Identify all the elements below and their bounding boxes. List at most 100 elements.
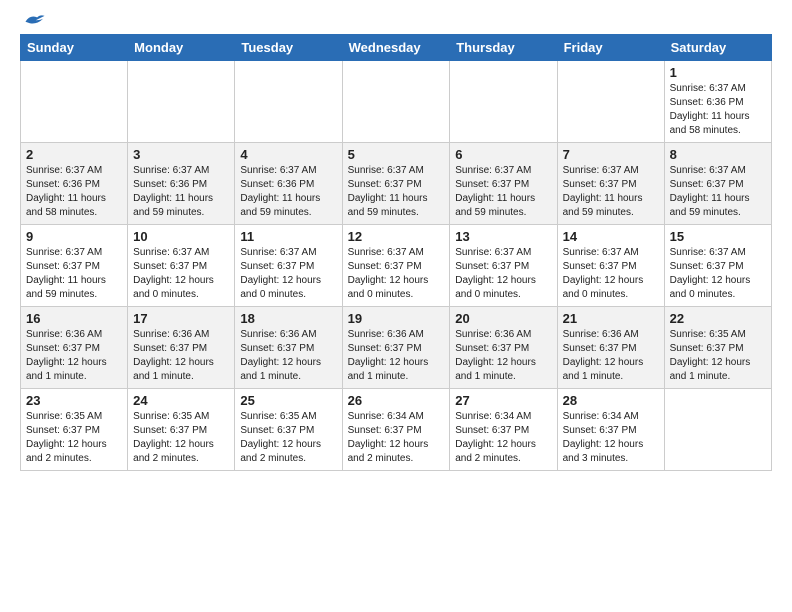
logo-bird-icon: [24, 12, 46, 30]
calendar-cell: 15 Sunrise: 6:37 AM Sunset: 6:37 PM Dayli…: [664, 225, 771, 307]
calendar-cell: 22 Sunrise: 6:35 AM Sunset: 6:37 PM Dayli…: [664, 307, 771, 389]
day-number: 21: [563, 311, 659, 326]
day-number: 3: [133, 147, 229, 162]
calendar-cell: 12 Sunrise: 6:37 AM Sunset: 6:37 PM Dayli…: [342, 225, 450, 307]
day-info: Sunrise: 6:37 AM Sunset: 6:37 PM Dayligh…: [563, 246, 659, 302]
page: SundayMondayTuesdayWednesdayThursdayFrid…: [0, 0, 792, 481]
header: [20, 16, 772, 26]
day-number: 20: [455, 311, 551, 326]
day-info: Sunrise: 6:37 AM Sunset: 6:36 PM Dayligh…: [670, 82, 766, 138]
day-info: Sunrise: 6:37 AM Sunset: 6:37 PM Dayligh…: [563, 164, 659, 220]
logo: [20, 16, 46, 26]
day-info: Sunrise: 6:34 AM Sunset: 6:37 PM Dayligh…: [563, 410, 659, 466]
day-info: Sunrise: 6:37 AM Sunset: 6:36 PM Dayligh…: [26, 164, 122, 220]
calendar-cell: 21 Sunrise: 6:36 AM Sunset: 6:37 PM Dayli…: [557, 307, 664, 389]
calendar-cell: 10 Sunrise: 6:37 AM Sunset: 6:37 PM Dayli…: [128, 225, 235, 307]
day-info: Sunrise: 6:35 AM Sunset: 6:37 PM Dayligh…: [26, 410, 122, 466]
calendar-cell: 20 Sunrise: 6:36 AM Sunset: 6:37 PM Dayli…: [450, 307, 557, 389]
calendar-cell: [664, 389, 771, 471]
calendar-cell: [128, 61, 235, 143]
day-info: Sunrise: 6:36 AM Sunset: 6:37 PM Dayligh…: [563, 328, 659, 384]
calendar-cell: 13 Sunrise: 6:37 AM Sunset: 6:37 PM Dayli…: [450, 225, 557, 307]
calendar-cell: 14 Sunrise: 6:37 AM Sunset: 6:37 PM Dayli…: [557, 225, 664, 307]
day-info: Sunrise: 6:37 AM Sunset: 6:37 PM Dayligh…: [133, 246, 229, 302]
calendar-cell: 26 Sunrise: 6:34 AM Sunset: 6:37 PM Dayli…: [342, 389, 450, 471]
calendar-cell: 2Sunrise: 6:37 AM Sunset: 6:36 PM Daylig…: [21, 143, 128, 225]
day-number: 1: [670, 65, 766, 80]
day-number: 14: [563, 229, 659, 244]
day-info: Sunrise: 6:34 AM Sunset: 6:37 PM Dayligh…: [455, 410, 551, 466]
calendar-header-saturday: Saturday: [664, 35, 771, 61]
day-number: 24: [133, 393, 229, 408]
day-number: 28: [563, 393, 659, 408]
day-info: Sunrise: 6:37 AM Sunset: 6:37 PM Dayligh…: [455, 246, 551, 302]
calendar-week-row: 16 Sunrise: 6:36 AM Sunset: 6:37 PM Dayli…: [21, 307, 772, 389]
calendar-header-sunday: Sunday: [21, 35, 128, 61]
day-info: Sunrise: 6:35 AM Sunset: 6:37 PM Dayligh…: [670, 328, 766, 384]
day-number: 9: [26, 229, 122, 244]
calendar-cell: 1 Sunrise: 6:37 AM Sunset: 6:36 PM Daylig…: [664, 61, 771, 143]
day-number: 22: [670, 311, 766, 326]
day-number: 18: [240, 311, 336, 326]
day-info: Sunrise: 6:36 AM Sunset: 6:37 PM Dayligh…: [133, 328, 229, 384]
calendar-cell: 19Sunrise: 6:36 AM Sunset: 6:37 PM Dayli…: [342, 307, 450, 389]
day-number: 17: [133, 311, 229, 326]
day-info: Sunrise: 6:36 AM Sunset: 6:37 PM Dayligh…: [455, 328, 551, 384]
day-info: Sunrise: 6:37 AM Sunset: 6:37 PM Dayligh…: [348, 164, 445, 220]
day-info: Sunrise: 6:34 AM Sunset: 6:37 PM Dayligh…: [348, 410, 445, 466]
day-info: Sunrise: 6:35 AM Sunset: 6:37 PM Dayligh…: [240, 410, 336, 466]
day-info: Sunrise: 6:37 AM Sunset: 6:36 PM Dayligh…: [133, 164, 229, 220]
day-number: 7: [563, 147, 659, 162]
calendar-cell: 6 Sunrise: 6:37 AM Sunset: 6:37 PM Daylig…: [450, 143, 557, 225]
day-number: 8: [670, 147, 766, 162]
day-info: Sunrise: 6:37 AM Sunset: 6:37 PM Dayligh…: [670, 246, 766, 302]
day-info: Sunrise: 6:36 AM Sunset: 6:37 PM Dayligh…: [348, 328, 445, 384]
calendar-cell: 28 Sunrise: 6:34 AM Sunset: 6:37 PM Dayli…: [557, 389, 664, 471]
calendar-cell: 7 Sunrise: 6:37 AM Sunset: 6:37 PM Daylig…: [557, 143, 664, 225]
calendar-header-row: SundayMondayTuesdayWednesdayThursdayFrid…: [21, 35, 772, 61]
calendar-week-row: 1 Sunrise: 6:37 AM Sunset: 6:36 PM Daylig…: [21, 61, 772, 143]
day-info: Sunrise: 6:35 AM Sunset: 6:37 PM Dayligh…: [133, 410, 229, 466]
day-info: Sunrise: 6:37 AM Sunset: 6:36 PM Dayligh…: [240, 164, 336, 220]
day-info: Sunrise: 6:36 AM Sunset: 6:37 PM Dayligh…: [26, 328, 122, 384]
calendar-cell: 24 Sunrise: 6:35 AM Sunset: 6:37 PM Dayli…: [128, 389, 235, 471]
calendar-cell: [450, 61, 557, 143]
calendar-header-tuesday: Tuesday: [235, 35, 342, 61]
calendar-cell: [342, 61, 450, 143]
day-number: 5: [348, 147, 445, 162]
calendar-week-row: 9 Sunrise: 6:37 AM Sunset: 6:37 PM Daylig…: [21, 225, 772, 307]
calendar-header-wednesday: Wednesday: [342, 35, 450, 61]
day-number: 16: [26, 311, 122, 326]
calendar-header-thursday: Thursday: [450, 35, 557, 61]
calendar-cell: [21, 61, 128, 143]
calendar-header-monday: Monday: [128, 35, 235, 61]
day-number: 25: [240, 393, 336, 408]
calendar-cell: [557, 61, 664, 143]
calendar-cell: 16 Sunrise: 6:36 AM Sunset: 6:37 PM Dayli…: [21, 307, 128, 389]
day-number: 12: [348, 229, 445, 244]
calendar-cell: 5 Sunrise: 6:37 AM Sunset: 6:37 PM Daylig…: [342, 143, 450, 225]
day-number: 13: [455, 229, 551, 244]
calendar-week-row: 2Sunrise: 6:37 AM Sunset: 6:36 PM Daylig…: [21, 143, 772, 225]
calendar-cell: 17 Sunrise: 6:36 AM Sunset: 6:37 PM Dayli…: [128, 307, 235, 389]
day-number: 4: [240, 147, 336, 162]
day-number: 6: [455, 147, 551, 162]
day-info: Sunrise: 6:37 AM Sunset: 6:37 PM Dayligh…: [455, 164, 551, 220]
calendar-cell: 8 Sunrise: 6:37 AM Sunset: 6:37 PM Daylig…: [664, 143, 771, 225]
day-info: Sunrise: 6:37 AM Sunset: 6:37 PM Dayligh…: [348, 246, 445, 302]
calendar-cell: 3 Sunrise: 6:37 AM Sunset: 6:36 PM Daylig…: [128, 143, 235, 225]
day-number: 26: [348, 393, 445, 408]
day-info: Sunrise: 6:37 AM Sunset: 6:37 PM Dayligh…: [670, 164, 766, 220]
calendar-cell: 11Sunrise: 6:37 AM Sunset: 6:37 PM Dayli…: [235, 225, 342, 307]
calendar-week-row: 23Sunrise: 6:35 AM Sunset: 6:37 PM Dayli…: [21, 389, 772, 471]
day-number: 10: [133, 229, 229, 244]
calendar-header-friday: Friday: [557, 35, 664, 61]
calendar-cell: 27 Sunrise: 6:34 AM Sunset: 6:37 PM Dayli…: [450, 389, 557, 471]
calendar-cell: [235, 61, 342, 143]
calendar-cell: 25 Sunrise: 6:35 AM Sunset: 6:37 PM Dayli…: [235, 389, 342, 471]
day-info: Sunrise: 6:37 AM Sunset: 6:37 PM Dayligh…: [26, 246, 122, 302]
day-number: 27: [455, 393, 551, 408]
calendar-cell: 18Sunrise: 6:36 AM Sunset: 6:37 PM Dayli…: [235, 307, 342, 389]
day-number: 15: [670, 229, 766, 244]
day-info: Sunrise: 6:37 AM Sunset: 6:37 PM Dayligh…: [240, 246, 336, 302]
